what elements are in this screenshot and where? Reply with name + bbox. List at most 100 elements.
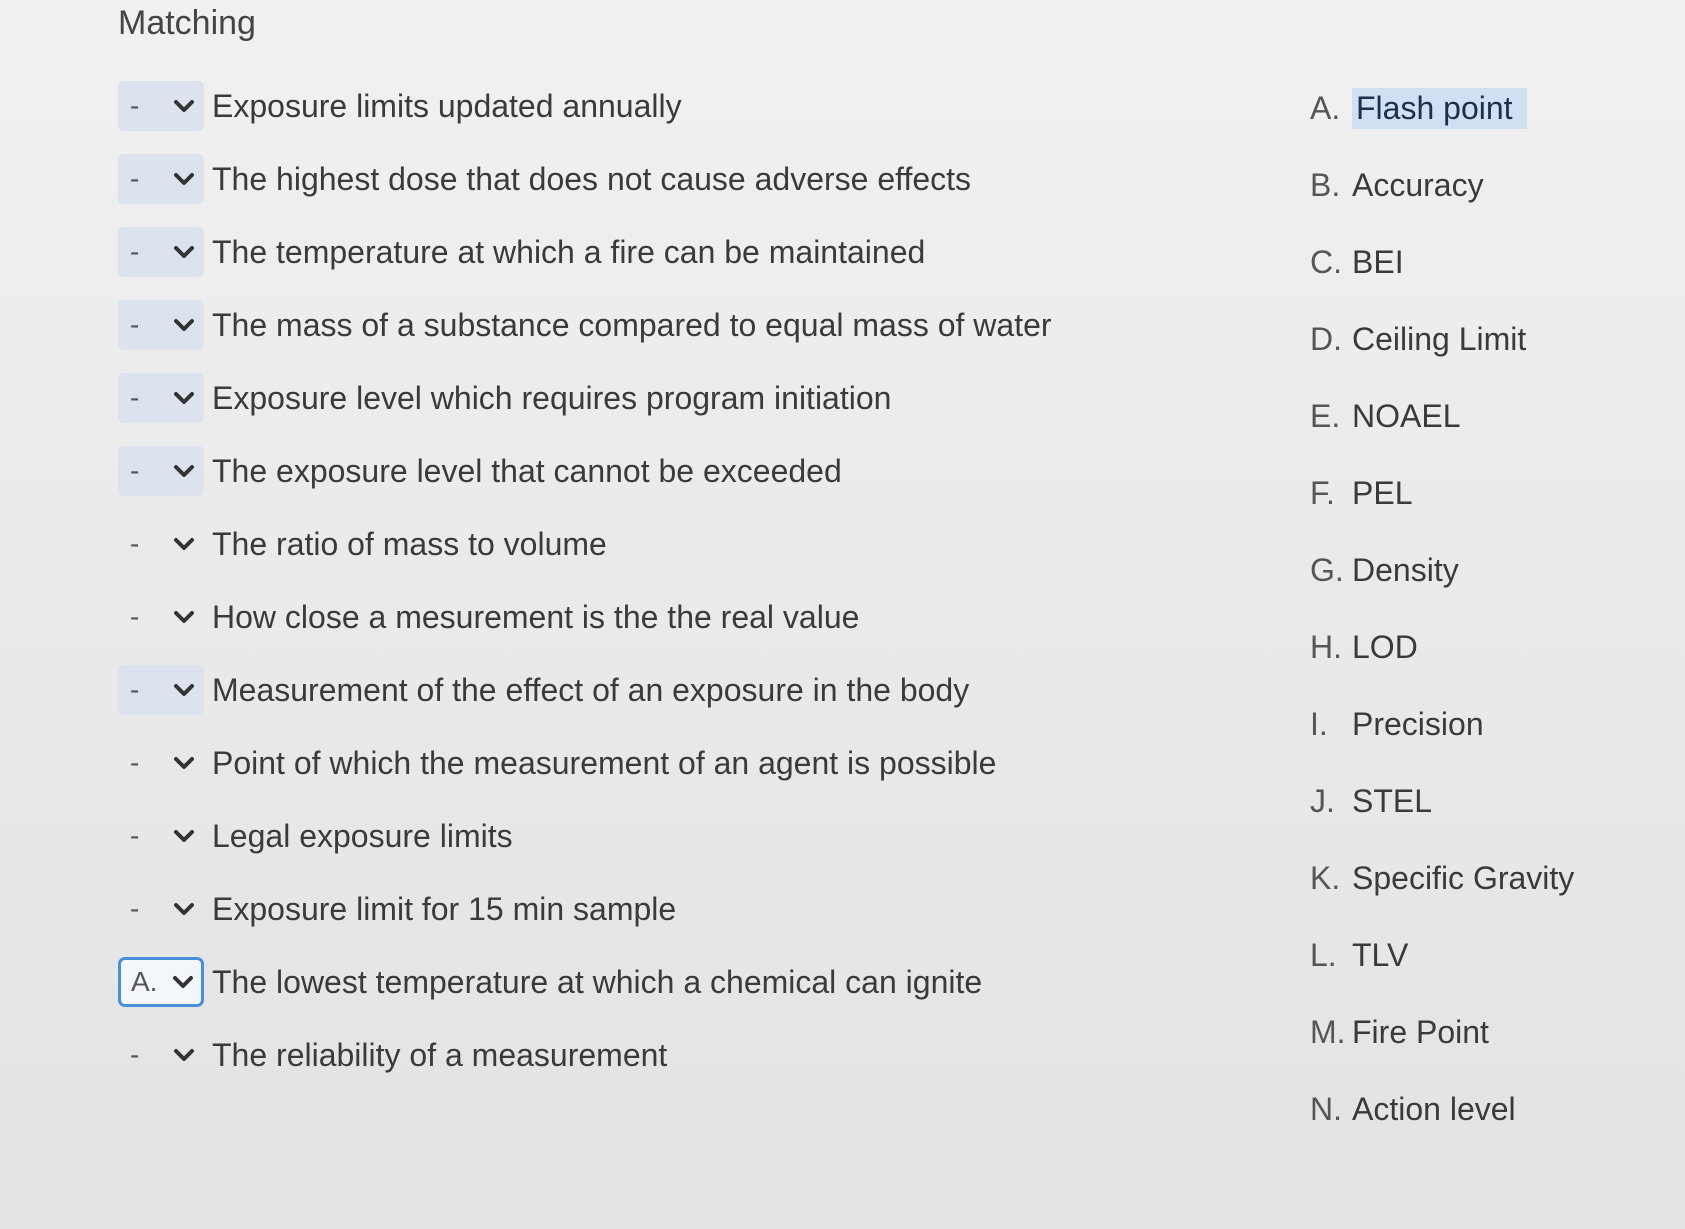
answer-select[interactable]: - bbox=[118, 373, 204, 423]
answer-letter: B. bbox=[1310, 166, 1341, 203]
question-row: A. The lowest temperature at which a che… bbox=[118, 956, 982, 1008]
question-text: The reliability of a measurement bbox=[212, 1036, 668, 1073]
answer-letter: L. bbox=[1310, 936, 1337, 973]
question-text: Measurement of the effect of an exposure… bbox=[212, 671, 970, 708]
answer-option: N. Action level bbox=[1310, 1087, 1516, 1131]
answer-select[interactable]: - bbox=[118, 592, 204, 642]
select-value: - bbox=[130, 1039, 140, 1070]
question-row: - Measurement of the effect of an exposu… bbox=[118, 664, 969, 716]
answer-option: A. Flash point bbox=[1310, 86, 1527, 130]
answer-text: Fire Point bbox=[1352, 1013, 1489, 1050]
select-value: - bbox=[130, 382, 140, 413]
answer-letter: D. bbox=[1310, 320, 1342, 357]
question-text: Point of which the measurement of an age… bbox=[212, 744, 997, 781]
question-row: - Legal exposure limits bbox=[118, 810, 513, 862]
chevron-down-icon bbox=[172, 826, 196, 846]
select-value: - bbox=[130, 747, 140, 778]
question-text: The temperature at which a fire can be m… bbox=[212, 233, 926, 270]
question-text: The ratio of mass to volume bbox=[212, 525, 607, 562]
question-row: - How close a mesurement is the the real… bbox=[118, 591, 859, 643]
chevron-down-icon bbox=[172, 899, 196, 919]
select-value: - bbox=[130, 90, 140, 121]
answer-letter: I. bbox=[1310, 705, 1328, 742]
chevron-down-icon bbox=[172, 1045, 196, 1065]
answer-text: BEI bbox=[1352, 243, 1404, 280]
answer-option: D. Ceiling Limit bbox=[1310, 317, 1526, 361]
question-text: Legal exposure limits bbox=[212, 817, 513, 854]
answer-select[interactable]: - bbox=[118, 154, 204, 204]
answer-text: Flash point bbox=[1352, 87, 1527, 129]
chevron-down-icon bbox=[171, 972, 195, 992]
chevron-down-icon bbox=[172, 607, 196, 627]
page: Matching - Exposure limits updated annua… bbox=[0, 0, 1685, 1229]
answer-option: E. NOAEL bbox=[1310, 394, 1460, 438]
question-row: - The exposure level that cannot be exce… bbox=[118, 445, 842, 497]
question-row: - Point of which the measurement of an a… bbox=[118, 737, 996, 789]
answer-select[interactable]: - bbox=[118, 738, 204, 788]
answer-text: Specific Gravity bbox=[1352, 859, 1575, 896]
answer-option: C. BEI bbox=[1310, 240, 1404, 284]
page-title: Matching bbox=[118, 4, 256, 42]
chevron-down-icon bbox=[172, 753, 196, 773]
answer-option: M. Fire Point bbox=[1310, 1010, 1489, 1054]
question-text: The mass of a substance compared to equa… bbox=[212, 306, 1052, 343]
select-value: A. bbox=[131, 966, 158, 997]
answer-letter: M. bbox=[1310, 1013, 1346, 1050]
answer-select-selected[interactable]: A. bbox=[118, 957, 204, 1007]
question-row: - The highest dose that does not cause a… bbox=[118, 153, 971, 205]
answer-option: K. Specific Gravity bbox=[1310, 856, 1574, 900]
answer-letter: C. bbox=[1310, 243, 1342, 280]
answer-option: H. LOD bbox=[1310, 625, 1418, 669]
answer-letter: F. bbox=[1310, 474, 1335, 511]
answer-letter: N. bbox=[1310, 1090, 1342, 1127]
answer-select[interactable]: - bbox=[118, 81, 204, 131]
question-text: The highest dose that does not cause adv… bbox=[212, 160, 972, 197]
question-text: The lowest temperature at which a chemic… bbox=[212, 963, 983, 1000]
answer-select[interactable]: - bbox=[118, 811, 204, 861]
answer-text: Precision bbox=[1352, 705, 1484, 742]
answer-text: Action level bbox=[1352, 1090, 1516, 1127]
question-row: - The ratio of mass to volume bbox=[118, 518, 607, 570]
answer-text: PEL bbox=[1352, 474, 1413, 511]
answer-option: F. PEL bbox=[1310, 471, 1412, 515]
question-text: Exposure limits updated annually bbox=[212, 87, 682, 124]
answer-select[interactable]: - bbox=[118, 665, 204, 715]
answer-select[interactable]: - bbox=[118, 300, 204, 350]
select-value: - bbox=[130, 455, 140, 486]
chevron-down-icon bbox=[172, 169, 196, 189]
chevron-down-icon bbox=[172, 534, 196, 554]
question-row: - Exposure level which requires program … bbox=[118, 372, 891, 424]
select-value: - bbox=[130, 528, 140, 559]
answer-option: I. Precision bbox=[1310, 702, 1484, 746]
answer-text: LOD bbox=[1352, 628, 1418, 665]
question-text: How close a mesurement is the the real v… bbox=[212, 598, 860, 635]
answer-select[interactable]: - bbox=[118, 1030, 204, 1080]
answer-letter: J. bbox=[1310, 782, 1335, 819]
answer-text: NOAEL bbox=[1352, 397, 1461, 434]
chevron-down-icon bbox=[172, 96, 196, 116]
answer-letter: G. bbox=[1310, 551, 1344, 588]
select-value: - bbox=[130, 309, 140, 340]
select-value: - bbox=[130, 163, 140, 194]
question-row: - The temperature at which a fire can be… bbox=[118, 226, 925, 278]
chevron-down-icon bbox=[172, 242, 196, 262]
answer-text: Ceiling Limit bbox=[1352, 320, 1527, 357]
answer-text: Accuracy bbox=[1352, 166, 1484, 203]
select-value: - bbox=[130, 236, 140, 267]
answer-option: J. STEL bbox=[1310, 779, 1432, 823]
question-text: Exposure limit for 15 min sample bbox=[212, 890, 677, 927]
answer-letter: K. bbox=[1310, 859, 1341, 896]
answer-select[interactable]: - bbox=[118, 227, 204, 277]
answer-letter: E. bbox=[1310, 397, 1341, 434]
answer-select[interactable]: - bbox=[118, 446, 204, 496]
answer-select[interactable]: - bbox=[118, 519, 204, 569]
select-value: - bbox=[130, 674, 140, 705]
select-value: - bbox=[130, 820, 140, 851]
question-text: Exposure level which requires program in… bbox=[212, 379, 892, 416]
chevron-down-icon bbox=[172, 680, 196, 700]
answer-text: Density bbox=[1352, 551, 1459, 588]
select-value: - bbox=[130, 601, 140, 632]
answer-select[interactable]: - bbox=[118, 884, 204, 934]
answer-option: B. Accuracy bbox=[1310, 163, 1484, 207]
answer-option: G. Density bbox=[1310, 548, 1459, 592]
